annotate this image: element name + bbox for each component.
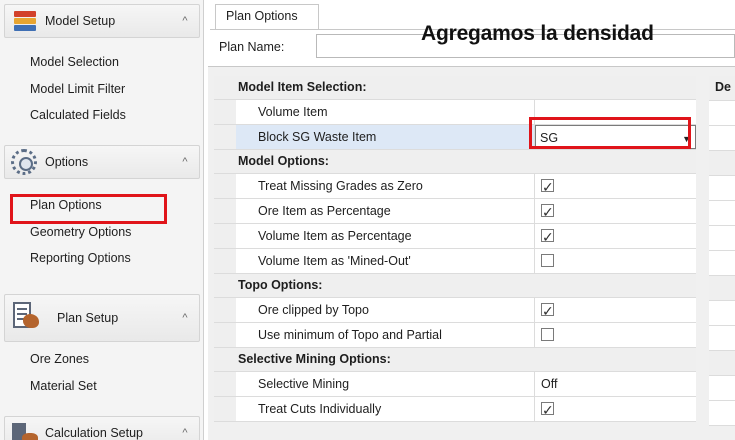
category-topo-options[interactable]: Topo Options:: [214, 274, 696, 298]
nav-item-model-limit-filter[interactable]: Model Limit Filter: [30, 78, 125, 100]
category-model-options[interactable]: Model Options:: [214, 150, 696, 174]
category-row[interactable]: [709, 151, 735, 176]
gears-icon: [9, 148, 39, 176]
section-header-model-setup[interactable]: Model Setup ^: [4, 4, 200, 38]
category-label: Selective Mining Options:: [238, 352, 391, 366]
property-row[interactable]: Ore Item as Percentage: [214, 199, 696, 225]
property-row[interactable]: [709, 226, 735, 251]
property-name: Volume Item: [236, 100, 535, 124]
chevron-up-icon[interactable]: ^: [177, 15, 193, 27]
category-model-item-selection[interactable]: Model Item Selection:: [214, 76, 696, 100]
property-row[interactable]: Use minimum of Topo and Partial: [214, 323, 696, 348]
property-row[interactable]: Selective Mining Off: [214, 372, 696, 397]
property-row[interactable]: Volume Item as 'Mined-Out': [214, 249, 696, 274]
property-name: Volume Item as Percentage: [236, 224, 535, 248]
category-selective-mining-options[interactable]: Selective Mining Options:: [214, 348, 696, 372]
property-row[interactable]: Treat Cuts Individually: [214, 397, 696, 423]
nav-item-material-set[interactable]: Material Set: [30, 375, 97, 397]
checkbox-checked[interactable]: [541, 201, 554, 225]
category-label: Model Options:: [238, 154, 329, 168]
category-row[interactable]: De: [709, 76, 735, 101]
property-row[interactable]: [709, 176, 735, 201]
secondary-property-grid: De: [709, 76, 735, 426]
checkbox-checked[interactable]: [541, 399, 554, 423]
section-title: Options: [45, 155, 89, 169]
nav-item-reporting-options[interactable]: Reporting Options: [30, 247, 131, 269]
nav-item-model-selection[interactable]: Model Selection: [30, 51, 119, 73]
nav-item-ore-zones[interactable]: Ore Zones: [30, 348, 89, 370]
layers-icon: [9, 7, 39, 35]
property-row[interactable]: Treat Missing Grades as Zero: [214, 174, 696, 200]
property-name: Treat Cuts Individually: [236, 397, 535, 421]
section-header-calculation-setup[interactable]: Calculation Setup ^: [4, 416, 200, 440]
property-row[interactable]: [709, 251, 735, 276]
nav-item-calculated-fields[interactable]: Calculated Fields: [30, 104, 126, 126]
left-navigation-panel: Model Setup ^ Model Selection Model Limi…: [0, 0, 204, 440]
property-row[interactable]: [709, 126, 735, 151]
category-row[interactable]: [709, 276, 735, 301]
property-name: Use minimum of Topo and Partial: [236, 323, 535, 347]
category-label: De: [715, 80, 731, 94]
property-row[interactable]: [709, 326, 735, 351]
category-label: Model Item Selection:: [238, 80, 367, 94]
tab-plan-options[interactable]: Plan Options: [215, 4, 319, 30]
property-value[interactable]: Off: [535, 372, 696, 396]
nav-item-geometry-options[interactable]: Geometry Options: [30, 221, 131, 243]
section-title: Model Setup: [45, 14, 116, 28]
section-header-options[interactable]: Options ^: [4, 145, 200, 179]
property-name: Selective Mining: [236, 372, 535, 396]
chevron-up-icon[interactable]: ^: [177, 427, 193, 439]
chevron-up-icon[interactable]: ^: [177, 312, 193, 324]
property-name: Volume Item as 'Mined-Out': [236, 249, 535, 273]
property-row[interactable]: [709, 401, 735, 426]
calculator-icon: [9, 419, 39, 440]
property-row[interactable]: [709, 301, 735, 326]
checkbox-unchecked[interactable]: [541, 328, 554, 341]
property-name: Ore clipped by Topo: [236, 298, 535, 322]
section-title: Plan Setup: [57, 311, 119, 325]
checkbox-checked[interactable]: [541, 176, 554, 200]
property-row[interactable]: [709, 201, 735, 226]
checkbox-checked[interactable]: [541, 226, 554, 250]
category-row[interactable]: [709, 351, 735, 376]
section-title: Calculation Setup: [45, 426, 143, 440]
property-name: Block SG Waste Item: [236, 125, 535, 149]
property-row[interactable]: Volume Item as Percentage: [214, 224, 696, 250]
chevron-up-icon[interactable]: ^: [177, 156, 193, 168]
checkbox-unchecked[interactable]: [541, 254, 554, 267]
highlight-box-plan-options: [10, 194, 167, 224]
plan-name-label: Plan Name:: [219, 40, 285, 54]
plan-sheet-icon: [9, 302, 39, 334]
section-header-plan-setup[interactable]: Plan Setup ^: [4, 294, 200, 342]
category-label: Topo Options:: [238, 278, 323, 292]
property-row[interactable]: [709, 101, 735, 126]
checkbox-checked[interactable]: [541, 300, 554, 324]
property-name: Treat Missing Grades as Zero: [236, 174, 535, 198]
property-name: Ore Item as Percentage: [236, 199, 535, 223]
property-row[interactable]: [709, 376, 735, 401]
property-row[interactable]: Ore clipped by Topo: [214, 298, 696, 324]
highlight-box-sg-dropdown: [529, 117, 691, 149]
annotation-title: Agregamos la densidad: [421, 22, 654, 45]
